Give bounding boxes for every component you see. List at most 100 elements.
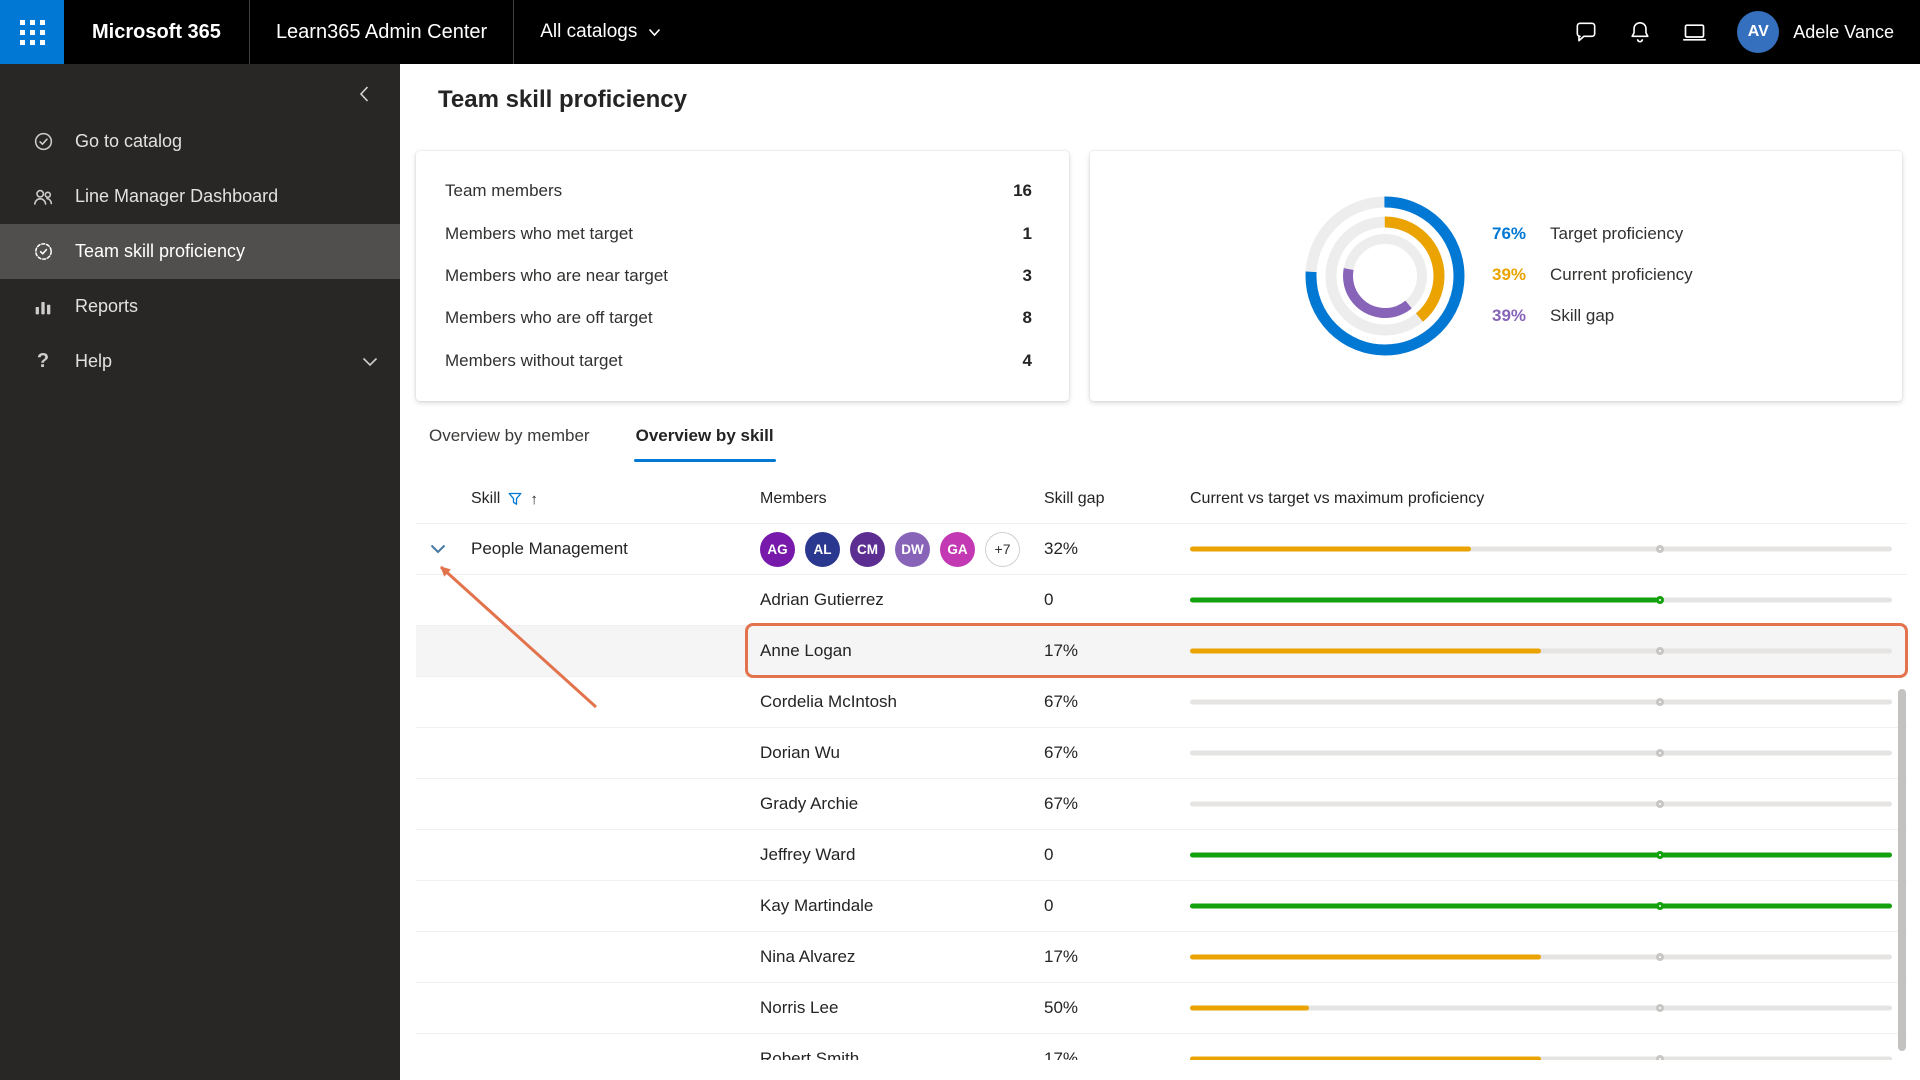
badge-icon [31,240,55,264]
proficiency-bar-cell [1179,728,1907,778]
sidebar-item-line-manager-dashboard[interactable]: Line Manager Dashboard [0,169,400,224]
member-name: Robert Smith [760,1049,860,1060]
member-row[interactable]: Jeffrey Ward 0 [416,829,1907,880]
member-name: Jeffrey Ward [760,845,856,864]
member-row[interactable]: Cordelia McIntosh 67% [416,676,1907,727]
sidebar-item-go-to-catalog[interactable]: Go to catalog [0,114,400,169]
proficiency-bar [1190,626,1892,676]
proficiency-bar-cell [1179,626,1907,676]
proficiency-bar-cell [1179,677,1907,727]
sidebar-item-help[interactable]: ? Help [0,334,400,389]
devices-icon[interactable] [1667,0,1721,64]
sort-ascending-icon[interactable]: ↑ [530,491,538,508]
catalog-check-icon [31,130,55,154]
catalog-selector[interactable]: All catalogs [514,0,687,64]
bar-track [1190,801,1892,807]
column-header-skill-gap: Skill gap [1044,490,1105,507]
tab-overview-by-skill[interactable]: Overview by skill [633,426,776,462]
avatar[interactable]: AL [805,531,840,567]
target-marker [1656,647,1665,655]
target-marker [1656,749,1665,757]
member-row[interactable]: Anne Logan 17% [416,625,1907,676]
waffle-icon [19,19,45,45]
notifications-bell-icon[interactable] [1613,0,1667,64]
avatar[interactable]: AG [760,531,795,567]
collapse-row-button[interactable] [416,544,460,554]
bar-fill [1190,597,1661,603]
target-marker [1656,545,1665,553]
member-row[interactable]: Nina Alvarez 17% [416,931,1907,982]
member-name: Anne Logan [760,641,852,660]
chevron-down-icon[interactable] [362,357,378,367]
proficiency-bar [1190,1034,1892,1060]
member-row[interactable]: Dorian Wu 67% [416,727,1907,778]
proficiency-bar [1190,728,1892,778]
member-skill-gap: 0 [1044,845,1054,864]
legend-label: Target proficiency [1550,224,1684,243]
member-row[interactable]: Grady Archie 67% [416,778,1907,829]
scrollbar[interactable] [1898,689,1906,1051]
target-marker [1656,1004,1665,1012]
sidebar-item-label: Line Manager Dashboard [75,186,279,206]
legend-label: Skill gap [1550,306,1615,325]
bar-fill [1190,1056,1541,1060]
sidebar-item-team-skill-proficiency[interactable]: Team skill proficiency [0,224,400,279]
member-name: Cordelia McIntosh [760,692,898,711]
proficiency-bar-cell [1179,983,1907,1033]
target-marker [1656,902,1665,910]
stat-row: Members who met target 1 [445,224,1032,244]
skill-group-row[interactable]: People Management AG AL CM DW GA +7 32% [416,523,1907,574]
top-bar: Microsoft 365 Learn365 Admin Center All … [0,0,1920,64]
proficiency-bar-cell [1179,1034,1907,1060]
stat-value: 3 [1022,265,1032,285]
table-header-row: Skill ↑ Members Skill gap Current vs tar… [416,475,1907,523]
member-row[interactable]: Kay Martindale 0 [416,880,1907,931]
member-skill-gap: 67% [1044,692,1079,711]
stat-label: Team members [445,181,563,201]
target-marker [1656,851,1665,859]
target-marker [1656,1055,1665,1060]
proficiency-bar-cell [1179,830,1907,880]
member-avatars: AG AL CM DW GA +7 [760,531,1033,567]
app-title[interactable]: Learn365 Admin Center [250,21,513,44]
chat-icon[interactable] [1559,0,1613,64]
user-avatar[interactable]: AV [1737,11,1780,53]
team-stats-card: Team members 16 Members who met target 1… [416,151,1069,401]
app-launcher-button[interactable] [0,0,64,64]
filter-icon[interactable] [507,491,523,507]
legend-value: 39% [1492,306,1527,325]
proficiency-bar-cell [1179,932,1907,982]
avatar[interactable]: GA [940,531,975,567]
bar-fill [1190,903,1892,909]
sidebar-item-reports[interactable]: Reports [0,279,400,334]
avatar[interactable]: DW [895,531,930,567]
tab-overview-by-member[interactable]: Overview by member [427,426,592,462]
stat-value: 16 [1013,181,1032,201]
stat-value: 8 [1022,308,1032,328]
donut-legend: 76% Target proficiency 39% Current profi… [1492,224,1693,326]
stat-value: 1 [1022,223,1032,243]
account-menu[interactable]: AV Adele Vance [1721,0,1920,64]
target-marker [1656,698,1665,706]
bar-track [1190,750,1892,756]
chevron-left-icon [359,86,369,102]
sidebar-item-label: Go to catalog [75,131,183,151]
member-row[interactable]: Adrian Gutierrez 0 [416,574,1907,625]
proficiency-bar [1190,983,1892,1033]
sidebar-collapse-button[interactable] [344,74,384,114]
stat-value: 4 [1022,350,1032,370]
brand-title[interactable]: Microsoft 365 [64,21,249,44]
member-name: Dorian Wu [760,743,840,762]
bar-fill [1190,546,1471,552]
column-header-skill[interactable]: Skill [471,490,500,508]
member-row[interactable]: Norris Lee 50% [416,982,1907,1033]
sidebar-item-label: Reports [75,296,139,316]
stat-label: Members who are off target [445,308,653,328]
bar-chart-icon [31,295,55,319]
avatar[interactable]: CM [850,531,885,567]
member-name: Grady Archie [760,794,859,813]
member-name: Kay Martindale [760,896,874,915]
avatar-overflow-count[interactable]: +7 [985,531,1020,567]
member-row[interactable]: Robert Smith 17% [416,1033,1907,1060]
member-skill-gap: 0 [1044,590,1054,609]
